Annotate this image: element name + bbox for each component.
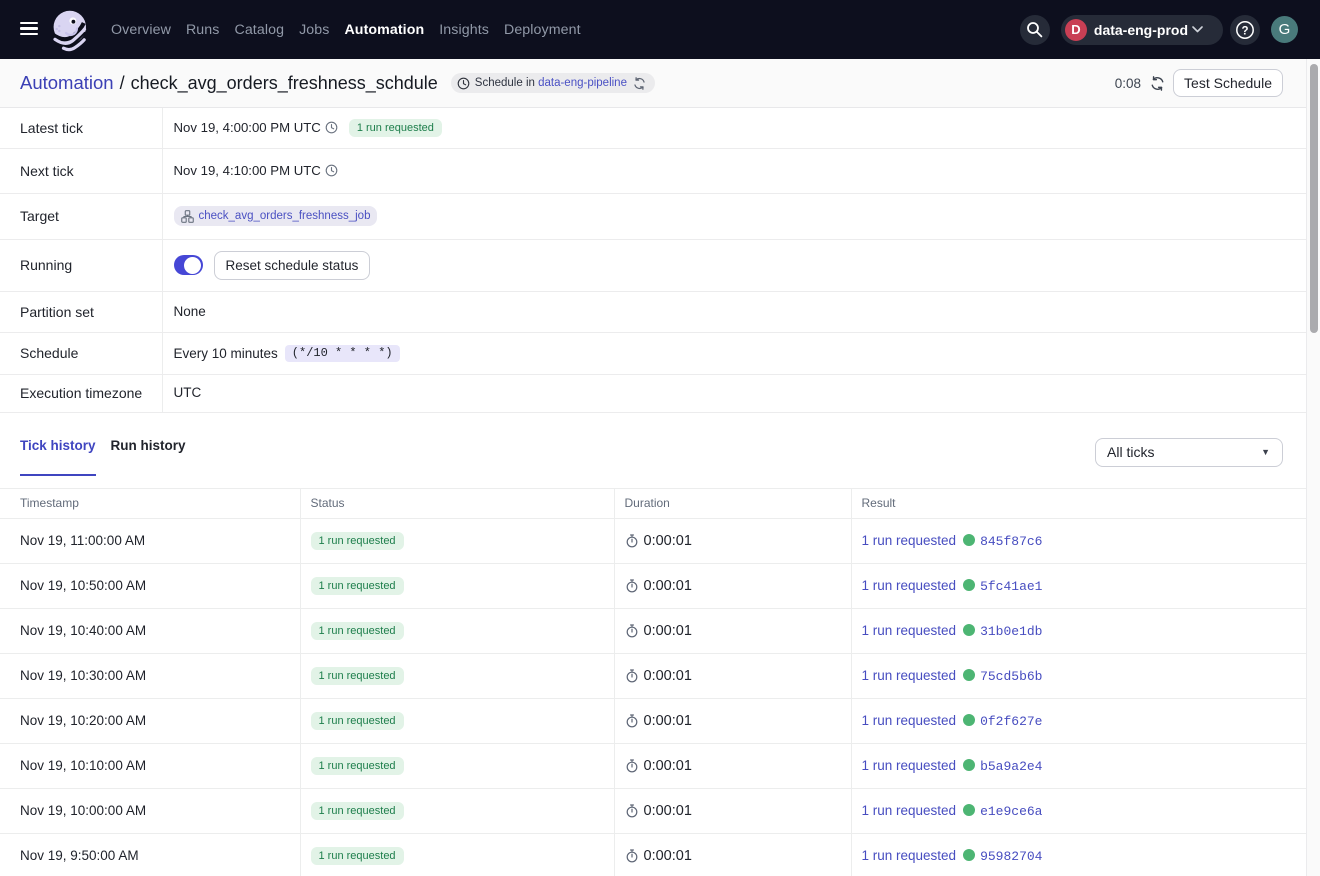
svg-text:?: ?	[1241, 25, 1248, 37]
